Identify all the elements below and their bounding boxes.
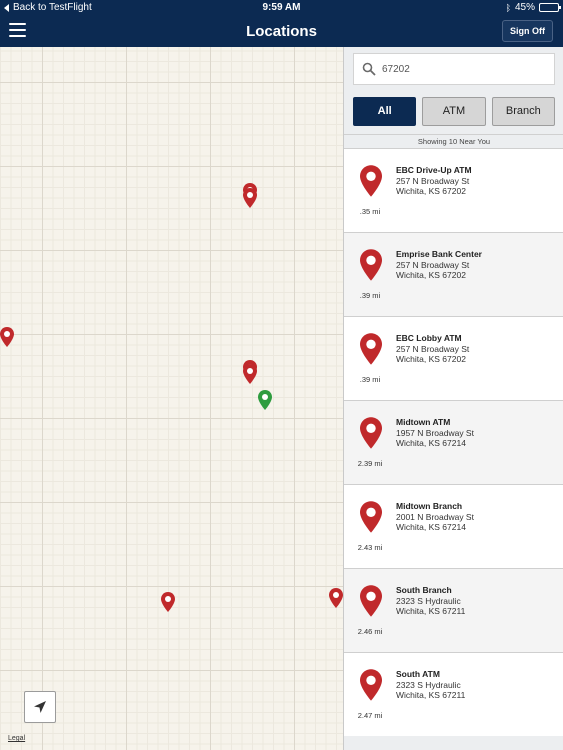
user-location-pin-icon[interactable] [258,390,272,410]
location-list-item[interactable]: 2.39 mi Midtown ATM 1957 N Broadway St Wich… [344,400,563,484]
bluetooth-icon: ᛒ [505,2,511,13]
location-address: 2323 S Hydraulic [396,596,461,606]
map-pin-icon[interactable] [243,188,257,208]
location-list-item[interactable]: .39 mi Emprise Bank Center 257 N Broadway … [344,232,563,316]
location-address: 2001 N Broadway St [396,512,474,522]
location-name: South Branch [396,585,452,595]
location-list-item[interactable]: 2.47 mi South ATM 2323 S Hydraulic Wichita,… [344,652,563,736]
location-list-item[interactable]: .39 mi EBC Lobby ATM 257 N Broadway St Wich… [344,316,563,400]
location-city: Wichita, KS 67202 [396,354,466,364]
navigation-bar: Locations Sign Off [0,15,563,47]
location-pin-icon [360,501,382,533]
results-count-label: Showing 10 Near You [344,134,563,148]
location-city: Wichita, KS 67211 [396,690,466,700]
location-name: EBC Lobby ATM [396,333,462,343]
map-pin-icon[interactable] [161,592,175,612]
location-address: 2323 S Hydraulic [396,680,461,690]
location-distance: .39 mi [359,375,381,384]
location-distance: 2.39 mi [357,459,383,468]
location-distance: .35 mi [359,207,381,216]
location-city: Wichita, KS 67202 [396,186,466,196]
battery-icon [539,3,561,12]
current-location-button[interactable] [24,691,56,723]
location-address: 257 N Broadway St [396,260,470,270]
filter-all-button[interactable]: All [353,97,417,126]
location-name: Midtown ATM [396,417,451,427]
search-icon [362,62,376,76]
page-title: Locations [246,23,317,40]
location-pin-icon [360,249,382,281]
location-city: Wichita, KS 67214 [396,438,466,448]
location-distance: 2.46 mi [357,627,383,636]
locations-panel: All ATM Branch Showing 10 Near You .35 m… [343,47,563,750]
location-address: 257 N Broadway St [396,344,470,354]
location-address: 1957 N Broadway St [396,428,474,438]
location-name: South ATM [396,669,440,679]
status-right: ᛒ 45% [505,2,561,13]
location-name: EBC Drive-Up ATM [396,165,472,175]
location-name: Midtown Branch [396,501,463,511]
location-list-item[interactable]: .35 mi EBC Drive-Up ATM 257 N Broadway St W… [344,148,563,232]
location-city: Wichita, KS 67214 [396,522,466,532]
filter-atm-button[interactable]: ATM [422,97,486,126]
search-field[interactable] [353,53,555,85]
location-distance: 2.43 mi [357,543,383,552]
location-list-item[interactable]: 2.43 mi Midtown Branch 2001 N Broadway St W… [344,484,563,568]
search-input[interactable] [382,63,542,75]
location-city: Wichita, KS 67211 [396,606,466,616]
location-pin-icon [360,165,382,197]
location-pin-icon [360,417,382,449]
location-distance: .39 mi [359,291,381,300]
map-pin-icon[interactable] [243,364,257,384]
map-pin-icon[interactable] [0,327,14,347]
location-list: .35 mi EBC Drive-Up ATM 257 N Broadway St W… [344,148,563,736]
location-pin-icon [360,585,382,617]
location-name: Emprise Bank Center [396,249,482,259]
map-pin-icon[interactable] [329,588,343,608]
location-address: 257 N Broadway St [396,176,470,186]
location-distance: 2.47 mi [357,711,383,720]
sign-off-button[interactable]: Sign Off [502,20,553,42]
location-arrow-icon [34,701,46,713]
status-time: 9:59 AM [262,2,301,13]
status-bar: Back to TestFlight 9:59 AM ᛒ 45% [0,0,563,15]
battery-percent: 45% [514,2,535,13]
location-pin-icon [360,333,382,365]
filter-branch-button[interactable]: Branch [491,97,555,126]
location-pin-icon [360,669,382,701]
location-list-item[interactable]: 2.46 mi South Branch 2323 S Hydraulic Wichi… [344,568,563,652]
filter-segmented-control: All ATM Branch [353,97,555,126]
location-city: Wichita, KS 67202 [396,270,466,280]
map-view[interactable]: Legal [0,47,343,750]
legal-link[interactable]: Legal [8,735,25,742]
